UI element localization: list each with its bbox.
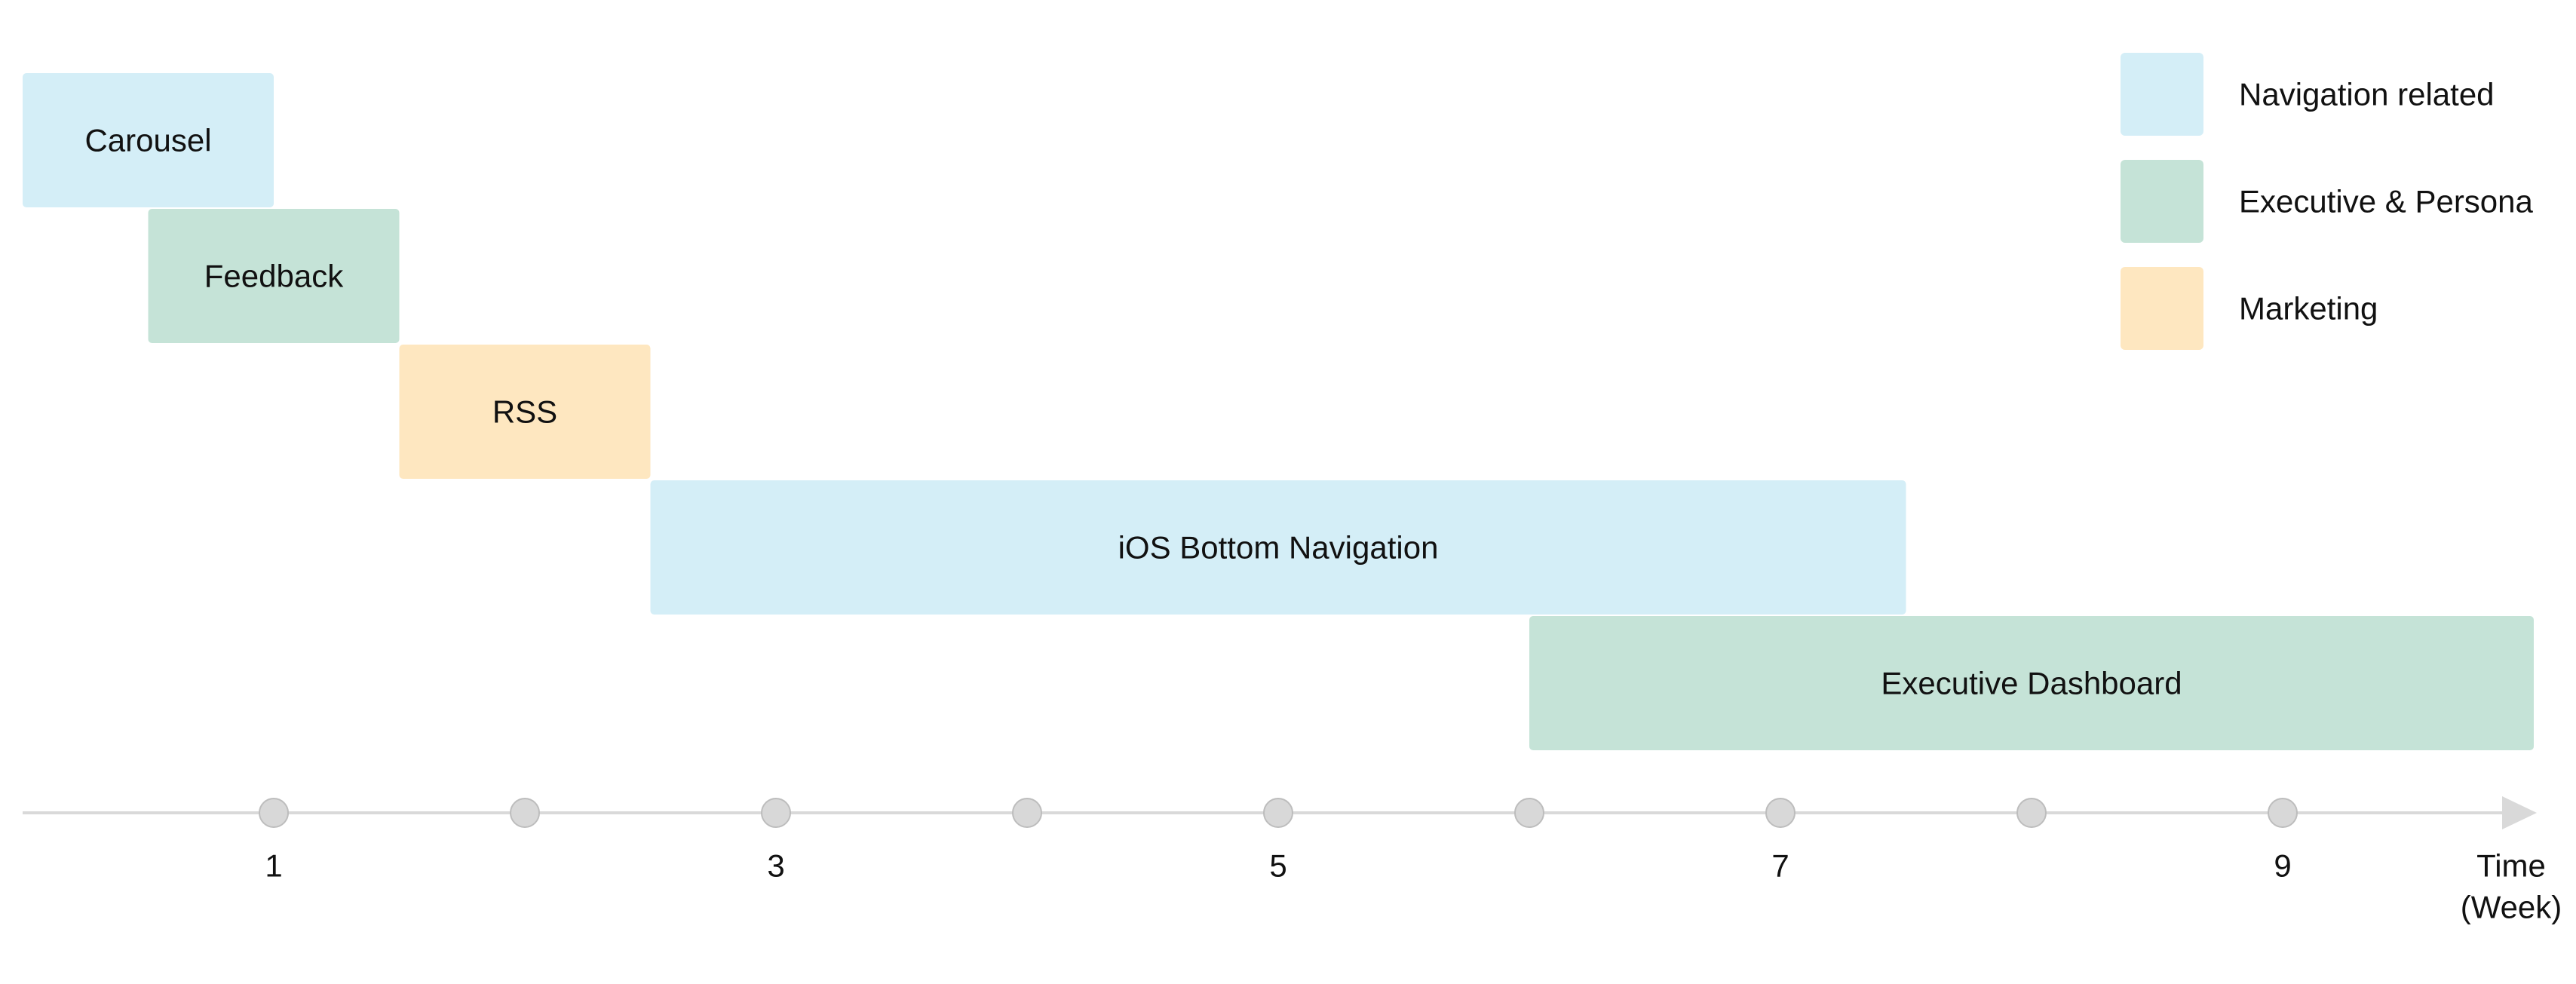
legend-label: Executive & Persona (2239, 184, 2534, 219)
tick-label: 1 (265, 848, 282, 884)
task-rss: RSS (399, 345, 651, 479)
axis-marker (2016, 798, 2047, 828)
x-axis-title: Time (2476, 848, 2546, 884)
task-label: Carousel (84, 123, 211, 158)
task-feedback: Feedback (148, 209, 400, 343)
legend-label: Navigation related (2239, 77, 2495, 112)
task-ios-bottom-navigation: iOS Bottom Navigation (650, 480, 1906, 615)
time-axis: 1 3 5 7 9 Time (Week) (23, 796, 2562, 925)
legend-swatch (2121, 53, 2203, 136)
gantt-chart: Carousel Feedback RSS iOS Bottom Navigation… (23, 53, 2562, 925)
task-label: RSS (492, 394, 557, 430)
tick-label: 9 (2274, 848, 2291, 884)
legend-swatch (2121, 267, 2203, 350)
x-axis-title: (Week) (2461, 890, 2562, 925)
axis-marker (1765, 798, 1796, 828)
axis-marker (259, 798, 289, 828)
task-label: Executive Dashboard (1881, 666, 2182, 701)
axis-marker (510, 798, 540, 828)
axis-marker (2268, 798, 2298, 828)
legend-swatch (2121, 160, 2203, 243)
legend-item: Executive & Persona (2121, 160, 2534, 243)
axis-marker (761, 798, 791, 828)
legend-label: Marketing (2239, 291, 2378, 326)
task-executive-dashboard: Executive Dashboard (1529, 616, 2534, 750)
axis-arrow-icon (2502, 796, 2537, 829)
axis-marker (1263, 798, 1293, 828)
task-label: iOS Bottom Navigation (1118, 530, 1439, 566)
task-label: Feedback (204, 259, 344, 294)
legend: Navigation related Executive & Persona Mar… (2121, 53, 2534, 350)
legend-item: Marketing (2121, 267, 2378, 350)
axis-marker (1514, 798, 1544, 828)
tick-label: 5 (1269, 848, 1286, 884)
axis-marker (1012, 798, 1042, 828)
tick-label: 7 (1771, 848, 1789, 884)
legend-item: Navigation related (2121, 53, 2495, 136)
tick-label: 3 (767, 848, 784, 884)
task-carousel: Carousel (23, 73, 274, 207)
